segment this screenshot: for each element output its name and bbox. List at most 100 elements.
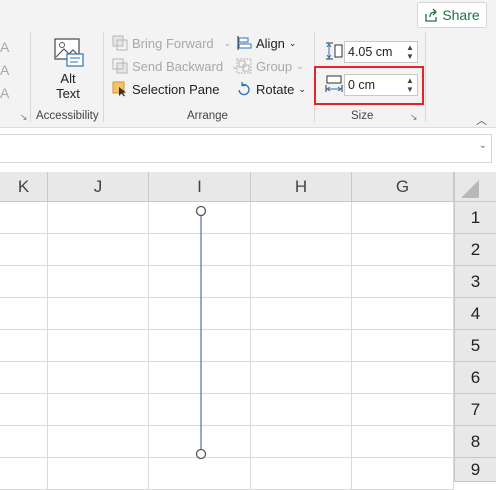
rotate-label: Rotate <box>256 81 295 97</box>
alt-text-button[interactable]: Alt Text <box>44 36 92 101</box>
separator <box>425 32 426 122</box>
group-icon <box>236 58 252 74</box>
row-header-8[interactable]: 8 <box>454 426 496 458</box>
row-header-6[interactable]: 6 <box>454 362 496 394</box>
grid-cell[interactable] <box>352 202 454 234</box>
grid-cell[interactable] <box>0 330 48 362</box>
expand-formula-bar-icon[interactable]: ⌄ <box>479 140 487 151</box>
grid-cell[interactable] <box>352 266 454 298</box>
separator <box>103 32 104 122</box>
vertical-line-shape[interactable] <box>190 202 212 464</box>
column-header-j[interactable]: J <box>48 172 149 202</box>
shape-height-field[interactable]: 4.05 cm ▲ ▼ <box>344 41 418 63</box>
separator <box>30 32 31 122</box>
dialog-launcher-icon[interactable]: ↘ <box>20 112 28 123</box>
grid-cell[interactable] <box>251 298 352 330</box>
shape-height-icon <box>326 42 343 60</box>
grid-cell[interactable] <box>48 426 149 458</box>
accessibility-group-label: Accessibility <box>36 110 99 122</box>
grid-cell[interactable] <box>352 330 454 362</box>
shape-height-value: 4.05 cm <box>348 45 393 59</box>
grid-cell[interactable] <box>352 362 454 394</box>
share-label: Share <box>442 7 480 23</box>
select-all-triangle-icon <box>461 180 479 198</box>
row-header-9[interactable]: 9 <box>454 458 496 482</box>
row-header-4[interactable]: 4 <box>454 298 496 330</box>
row-header-7[interactable]: 7 <box>454 394 496 426</box>
alt-text-icon <box>54 38 84 67</box>
align-icon <box>237 36 252 50</box>
grid-cell[interactable] <box>251 266 352 298</box>
row-header-5[interactable]: 5 <box>454 330 496 362</box>
grid-cell[interactable] <box>251 426 352 458</box>
grid-cell[interactable] <box>48 202 149 234</box>
send-backward-label: Send Backward <box>132 58 224 74</box>
grid-cell[interactable] <box>48 298 149 330</box>
grid-cell[interactable] <box>352 426 454 458</box>
send-backward-icon <box>112 58 128 74</box>
grid-cell[interactable] <box>352 298 454 330</box>
grid-cell[interactable] <box>352 394 454 426</box>
column-header-i[interactable]: I <box>149 172 251 202</box>
row-header-3[interactable]: 3 <box>454 266 496 298</box>
grid-cell[interactable] <box>48 330 149 362</box>
grid-cell[interactable] <box>251 330 352 362</box>
collapse-ribbon-icon[interactable]: ︿ <box>476 112 487 128</box>
size-dialog-launcher-icon[interactable]: ↘ <box>410 112 418 123</box>
bring-forward-button[interactable]: Bring Forward ⌄ <box>112 35 231 51</box>
grid-cell[interactable] <box>48 362 149 394</box>
resize-handle-bottom[interactable] <box>195 448 207 460</box>
grid-cell[interactable] <box>251 394 352 426</box>
chevron-down-icon[interactable]: ▼ <box>406 52 414 61</box>
grid-cell[interactable] <box>251 362 352 394</box>
group-label: Group <box>256 58 293 74</box>
grid-cell[interactable] <box>251 202 352 234</box>
ribbon: AAA ↘ Alt Text Accessibility Bring Forwa… <box>0 0 496 128</box>
grid-cell[interactable] <box>0 202 48 234</box>
grid-cell[interactable] <box>48 234 149 266</box>
group-button[interactable]: Group ⌄ <box>236 58 304 74</box>
grid-cell[interactable] <box>352 234 454 266</box>
send-backward-button[interactable]: Send Backward ⌄ <box>112 58 239 74</box>
grid-cell[interactable] <box>0 234 48 266</box>
select-all-button[interactable] <box>454 172 496 202</box>
chevron-up-icon[interactable]: ▲ <box>406 76 414 85</box>
width-spinner[interactable]: ▲ ▼ <box>403 76 417 94</box>
row-header-1[interactable]: 1 <box>454 202 496 234</box>
grid-cell[interactable] <box>48 266 149 298</box>
grid-cell[interactable] <box>0 266 48 298</box>
grid-cell[interactable] <box>251 234 352 266</box>
column-header-h[interactable]: H <box>251 172 352 202</box>
rotate-button[interactable]: Rotate ⌄ <box>236 81 306 97</box>
align-button[interactable]: Align ⌄ <box>236 35 296 51</box>
grid-cell[interactable] <box>0 394 48 426</box>
shape-width-field[interactable]: 0 cm ▲ ▼ <box>344 74 418 96</box>
grid-cell[interactable] <box>251 458 352 490</box>
resize-handle-top[interactable] <box>195 205 207 217</box>
grid-cell[interactable] <box>352 458 454 490</box>
chevron-down-icon[interactable]: ▼ <box>406 85 414 94</box>
chevron-down-icon: ⌄ <box>288 37 297 48</box>
shape-width-icon <box>325 75 343 92</box>
formula-bar[interactable]: ⌄ <box>0 134 492 163</box>
selection-pane-icon <box>112 81 126 97</box>
grid-cell[interactable] <box>0 298 48 330</box>
grid-cell[interactable] <box>0 362 48 394</box>
column-header-g[interactable]: G <box>352 172 454 202</box>
row-header-2[interactable]: 2 <box>454 234 496 266</box>
alt-text-line2: Text <box>56 86 80 101</box>
grid-cell[interactable] <box>48 458 149 490</box>
sheet-grid[interactable] <box>0 172 496 490</box>
height-spinner[interactable]: ▲ ▼ <box>403 43 417 61</box>
bring-forward-label: Bring Forward <box>132 35 214 51</box>
grid-cell[interactable] <box>0 458 48 490</box>
grid-cell[interactable] <box>0 426 48 458</box>
arrange-group-label: Arrange <box>187 110 228 122</box>
chevron-up-icon[interactable]: ▲ <box>406 43 414 52</box>
rotate-icon <box>238 82 250 96</box>
selection-pane-button[interactable]: Selection Pane <box>112 81 219 97</box>
alt-text-line1: Alt <box>60 71 76 86</box>
column-header-k[interactable]: K <box>0 172 48 202</box>
grid-cell[interactable] <box>48 394 149 426</box>
share-button[interactable]: Share <box>417 2 487 28</box>
